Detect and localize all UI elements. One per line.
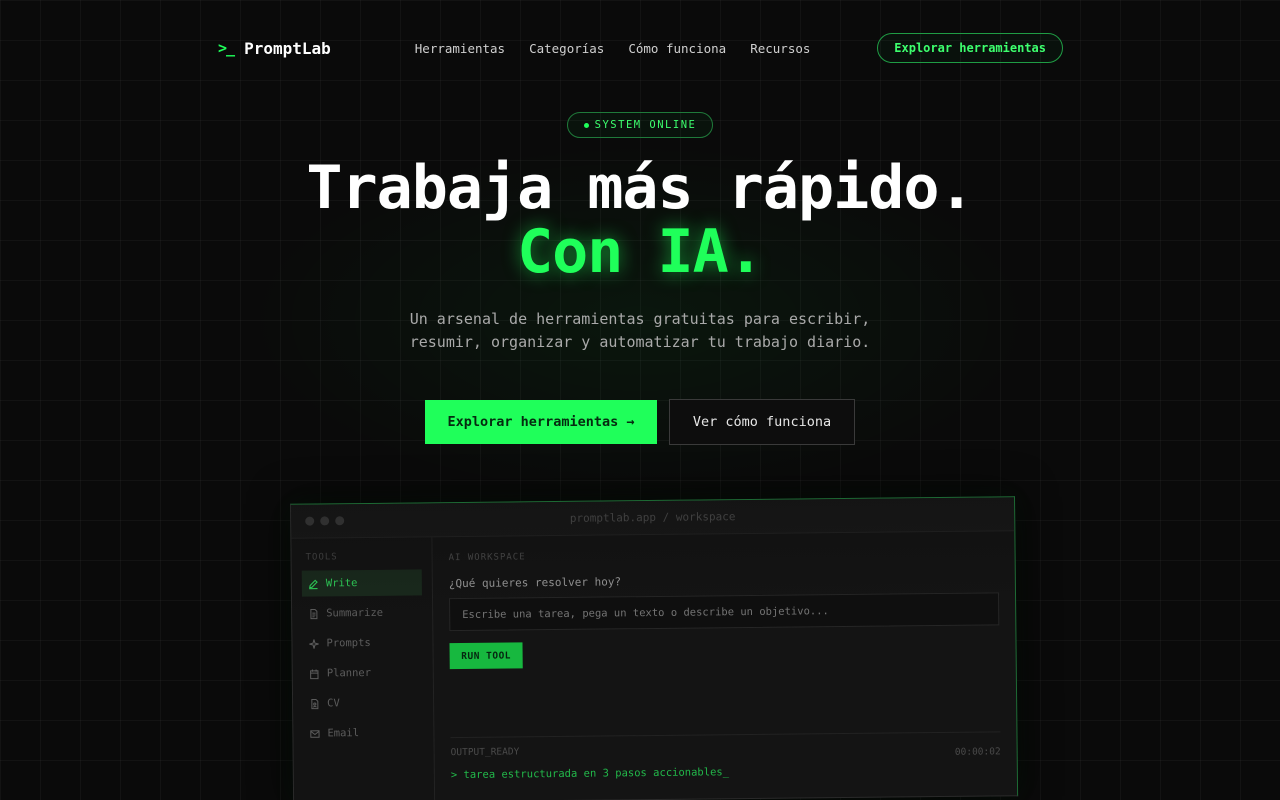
workspace-question: ¿Qué quieres resolver hoy?	[448, 575, 622, 591]
sidebar-item-label: Prompts	[326, 636, 371, 650]
mail-icon	[310, 729, 320, 738]
top-nav: >_ PromptLab Herramientas Categorías Cóm…	[218, 32, 1063, 64]
sidebar-heading: TOOLS	[305, 552, 338, 563]
nav-cta-button[interactable]: Explorar herramientas	[877, 33, 1063, 63]
hero-subtitle: Un arsenal de herramientas gratuitas par…	[340, 308, 940, 354]
workspace-main: AI WORKSPACE ¿Qué quieres resolver hoy? …	[432, 531, 1017, 800]
workspace-body: TOOLS Write Summarize Prompts Planner CV	[291, 531, 1017, 800]
terminal-icon: >_	[218, 39, 235, 57]
nav-link-categorias[interactable]: Categorías	[529, 41, 604, 56]
hero-subtitle-line1: Un arsenal de herramientas gratuitas par…	[409, 310, 871, 328]
document-icon	[310, 608, 318, 619]
status-dot-icon	[583, 122, 589, 128]
output-time: 00:00:02	[954, 746, 1001, 758]
workspace-preview: promptlab.app / workspace TOOLS Write Su…	[290, 496, 1019, 800]
sidebar-item-label: Planner	[326, 666, 372, 680]
sidebar-item-write[interactable]: Write	[301, 569, 422, 597]
hero-title-line1: Trabaja más rápido.	[306, 153, 974, 223]
output-text: > tarea estructurada en 3 pasos accionab…	[450, 766, 730, 782]
status-badge-label: SYSTEM ONLINE	[594, 119, 697, 131]
pencil-icon	[309, 579, 318, 589]
sparkle-icon	[309, 638, 319, 649]
nav-link-recursos[interactable]: Recursos	[750, 41, 810, 56]
sidebar-item-label: Summarize	[326, 606, 384, 620]
nav-link-como-funciona[interactable]: Cómo funciona	[628, 41, 726, 56]
status-badge: SYSTEM ONLINE	[567, 112, 713, 138]
sidebar-item-email[interactable]: Email	[303, 719, 423, 746]
run-tool-button[interactable]: RUN TOOL	[449, 642, 523, 670]
sidebar-item-prompts[interactable]: Prompts	[302, 629, 422, 656]
logo[interactable]: >_ PromptLab	[218, 39, 331, 58]
task-input[interactable]	[449, 592, 1000, 632]
hero-subtitle-line2: resumir, organizar y automatizar tu trab…	[409, 333, 871, 351]
nav-links: Herramientas Categorías Cómo funciona Re…	[415, 41, 811, 56]
tools-sidebar: TOOLS Write Summarize Prompts Planner CV	[291, 537, 436, 800]
output-label: OUTPUT_READY	[450, 746, 520, 759]
sidebar-item-summarize[interactable]: Summarize	[302, 599, 422, 626]
sidebar-item-planner[interactable]: Planner	[303, 659, 423, 686]
logo-text: PromptLab	[244, 38, 331, 58]
sidebar-item-cv[interactable]: CV	[303, 689, 423, 716]
workspace-heading: AI WORKSPACE	[448, 552, 526, 564]
explore-tools-button[interactable]: Explorar herramientas →	[425, 400, 657, 444]
output-divider	[450, 731, 1001, 739]
sidebar-item-label: Email	[327, 727, 360, 740]
nav-link-herramientas[interactable]: Herramientas	[415, 41, 505, 56]
sidebar-item-label: CV	[327, 697, 340, 710]
file-user-icon	[311, 698, 319, 709]
how-it-works-button[interactable]: Ver cómo funciona	[669, 399, 855, 445]
calendar-icon	[310, 668, 319, 679]
hero-title-line2: Con IA.	[517, 217, 764, 287]
sidebar-item-label: Write	[325, 577, 358, 590]
window-url: promptlab.app / workspace	[569, 510, 736, 525]
